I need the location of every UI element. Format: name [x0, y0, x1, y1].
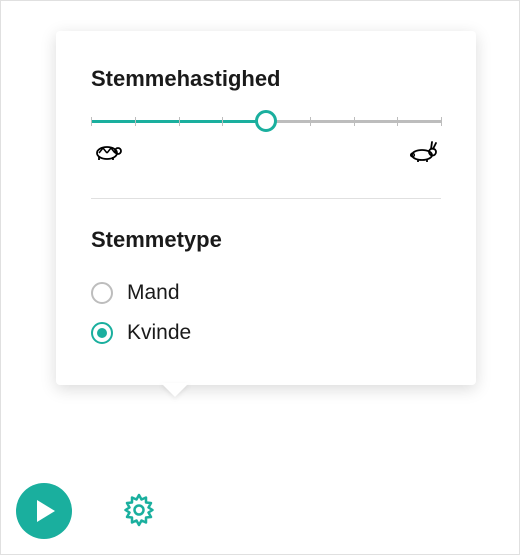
- play-button[interactable]: [16, 483, 72, 539]
- radio-label: Mand: [127, 281, 180, 305]
- settings-button[interactable]: [117, 488, 161, 535]
- radio-indicator: [91, 322, 113, 344]
- play-icon: [37, 500, 55, 522]
- slider-track: [91, 120, 441, 123]
- slider-tick: [354, 117, 355, 126]
- toolbar: [16, 483, 161, 539]
- radio-option-male[interactable]: Mand: [91, 281, 441, 305]
- slider-tick: [397, 117, 398, 126]
- voice-settings-popover: Stemmehastighed: [56, 31, 476, 385]
- slider-tick: [222, 117, 223, 126]
- voice-type-radio-group: Mand Kvinde: [91, 281, 441, 345]
- speed-section-title: Stemmehastighed: [91, 66, 441, 92]
- slider-thumb[interactable]: [255, 110, 277, 132]
- radio-indicator: [91, 282, 113, 304]
- radio-label: Kvinde: [127, 321, 191, 345]
- radio-dot: [97, 328, 107, 338]
- speed-slider[interactable]: [91, 120, 441, 168]
- slider-tick: [441, 117, 442, 126]
- gear-icon: [121, 516, 157, 531]
- voice-type-section-title: Stemmetype: [91, 227, 441, 253]
- rabbit-icon: [409, 141, 439, 168]
- popover-arrow: [161, 383, 189, 397]
- slider-tick: [310, 117, 311, 126]
- slider-tick: [91, 117, 92, 126]
- turtle-icon: [93, 141, 123, 168]
- radio-option-female[interactable]: Kvinde: [91, 321, 441, 345]
- slider-tick: [135, 117, 136, 126]
- slider-tick: [179, 117, 180, 126]
- section-divider: [91, 198, 441, 199]
